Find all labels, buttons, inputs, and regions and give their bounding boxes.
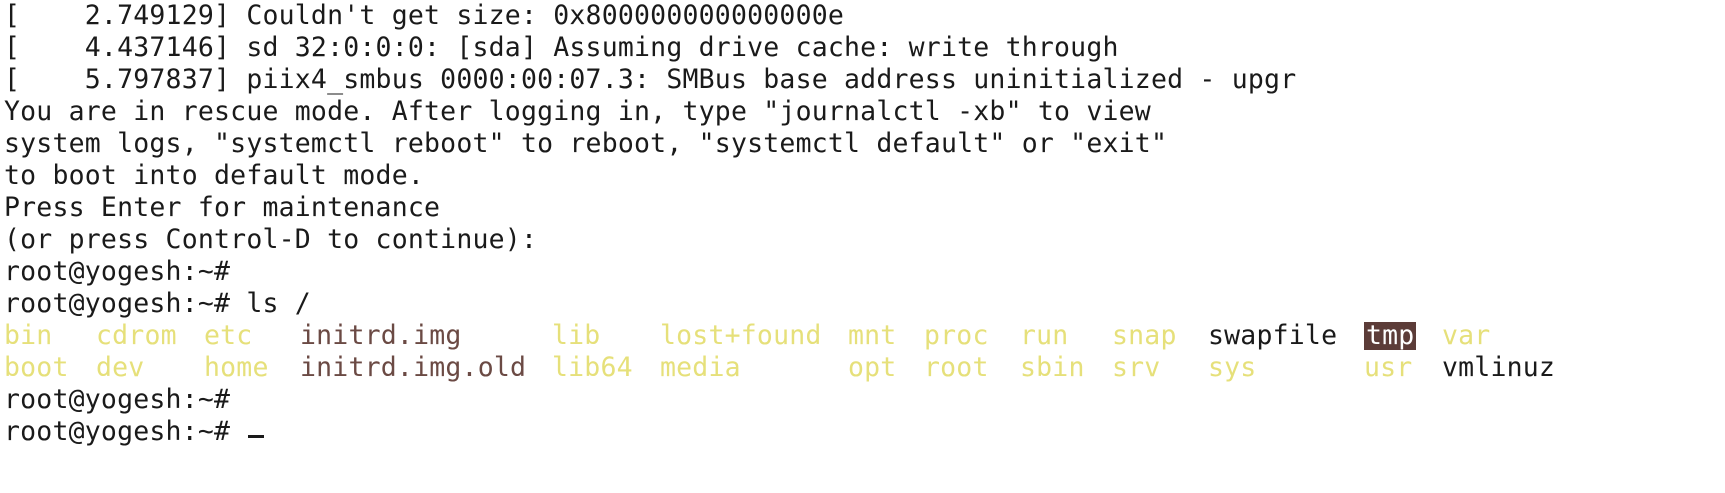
ls-entry-sticky: tmp (1364, 320, 1417, 351)
prompt-text: root@yogesh:~# (4, 416, 247, 447)
ls-entry-dir: bin (4, 320, 53, 351)
ls-entry-dir: lost+found (660, 320, 822, 351)
terminal-prompt-line: root@yogesh:~# (4, 256, 231, 287)
ls-entry-dir: media (660, 352, 741, 383)
ls-entry-dir: opt (848, 352, 897, 383)
ls-entry-dir: proc (924, 320, 989, 351)
ls-entry-dir: lib64 (552, 352, 633, 383)
ls-entry-dir: cdrom (96, 320, 177, 351)
ls-entry-dir: var (1442, 320, 1491, 351)
terminal-line: [ 2.749129] Couldn't get size: 0x8000000… (4, 0, 845, 31)
terminal-command-line: root@yogesh:~# ls / (4, 288, 311, 319)
terminal-line: (or press Control-D to continue): (4, 224, 538, 255)
terminal-line: Press Enter for maintenance (4, 192, 441, 223)
ls-entry-dir: mnt (848, 320, 897, 351)
text-cursor (248, 435, 265, 438)
ls-entry-file: vmlinuz (1442, 352, 1556, 383)
ls-entry-file: swapfile (1208, 320, 1338, 351)
ls-entry-dir: dev (96, 352, 145, 383)
ls-entry-dir: root (924, 352, 989, 383)
ls-entry-dir: srv (1112, 352, 1161, 383)
ls-entry-link: initrd.img.old (300, 352, 527, 383)
ls-entry-dir: sbin (1020, 352, 1085, 383)
ls-entry-dir: sys (1208, 352, 1257, 383)
ls-entry-dir: snap (1112, 320, 1177, 351)
ls-entry-link: initrd.img (300, 320, 462, 351)
ls-entry-dir: lib (552, 320, 601, 351)
ls-entry-dir: etc (204, 320, 253, 351)
terminal-active-prompt[interactable]: root@yogesh:~# (4, 416, 265, 448)
terminal-window[interactable]: [ 2.749129] Couldn't get size: 0x8000000… (4, 0, 1720, 493)
ls-entry-dir: usr (1364, 352, 1413, 383)
ls-entry-dir: boot (4, 352, 69, 383)
ls-entry-dir: home (204, 352, 269, 383)
terminal-line: to boot into default mode. (4, 160, 425, 191)
ls-entry-dir: run (1020, 320, 1069, 351)
terminal-line: system logs, "systemctl reboot" to reboo… (4, 128, 1168, 159)
terminal-line: You are in rescue mode. After logging in… (4, 96, 1151, 127)
terminal-line: [ 4.437146] sd 32:0:0:0: [sda] Assuming … (4, 32, 1119, 63)
terminal-line: [ 5.797837] piix4_smbus 0000:00:07.3: SM… (4, 64, 1297, 95)
terminal-prompt-line: root@yogesh:~# (4, 384, 231, 415)
